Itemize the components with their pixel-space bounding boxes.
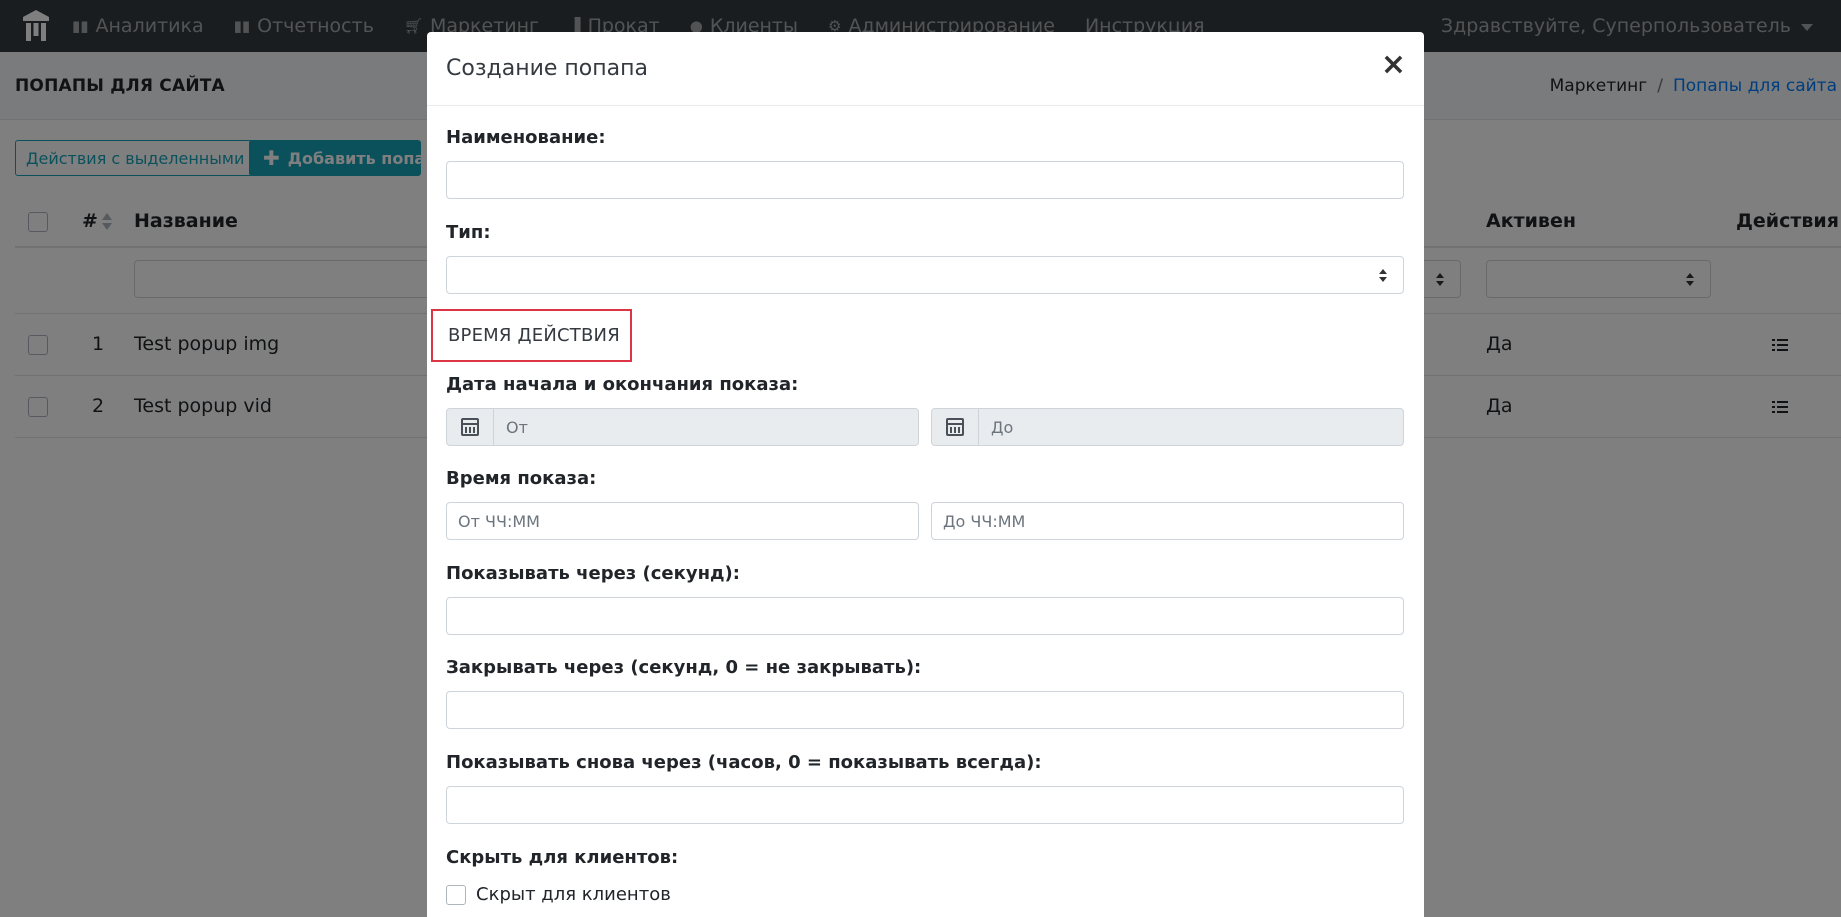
- close-after-input[interactable]: [446, 691, 1404, 729]
- modal-title: Создание попапа: [446, 56, 648, 81]
- time-label: Время показа:: [446, 468, 597, 489]
- hide-for-clients-label[interactable]: Скрыт для клиентов: [476, 884, 671, 905]
- date-from-placeholder: От: [506, 418, 528, 437]
- show-again-label: Показывать снова через (часов, 0 = показ…: [446, 752, 1042, 773]
- date-to-placeholder: До: [991, 418, 1014, 437]
- time-from-placeholder: От ЧЧ:ММ: [458, 512, 540, 531]
- close-icon[interactable]: ×: [1381, 50, 1406, 80]
- select-arrows-icon: [1379, 269, 1389, 283]
- date-addon: [932, 409, 979, 445]
- date-addon: [447, 409, 494, 445]
- calendar-icon: [461, 418, 479, 436]
- show-after-label: Показывать через (секунд):: [446, 563, 740, 584]
- name-label: Наименование:: [446, 127, 606, 148]
- section-title: ВРЕМЯ ДЕЙСТВИЯ: [448, 325, 620, 346]
- hide-for-clients-row[interactable]: Скрыт для клиентов: [446, 884, 671, 905]
- close-after-label: Закрывать через (секунд, 0 = не закрыват…: [446, 657, 922, 678]
- time-to-placeholder: До ЧЧ:ММ: [943, 512, 1026, 531]
- hide-label: Скрыть для клиентов:: [446, 847, 679, 868]
- name-input[interactable]: [446, 161, 1404, 199]
- date-from-input[interactable]: От: [446, 408, 919, 446]
- type-select[interactable]: [446, 256, 1404, 294]
- date-to-input[interactable]: До: [931, 408, 1404, 446]
- hide-for-clients-checkbox[interactable]: [446, 884, 466, 905]
- calendar-icon: [946, 418, 964, 436]
- date-range-label: Дата начала и окончания показа:: [446, 374, 799, 395]
- modal-header: Создание попапа ×: [427, 32, 1424, 106]
- validity-section-heading: ВРЕМЯ ДЕЙСТВИЯ: [431, 309, 632, 362]
- show-after-input[interactable]: [446, 597, 1404, 635]
- time-to-input[interactable]: До ЧЧ:ММ: [931, 502, 1404, 540]
- time-from-input[interactable]: От ЧЧ:ММ: [446, 502, 919, 540]
- show-again-input[interactable]: [446, 786, 1404, 824]
- create-popup-modal: Создание попапа × Наименование: Тип: ВРЕ…: [427, 32, 1424, 917]
- type-label: Тип:: [446, 222, 491, 243]
